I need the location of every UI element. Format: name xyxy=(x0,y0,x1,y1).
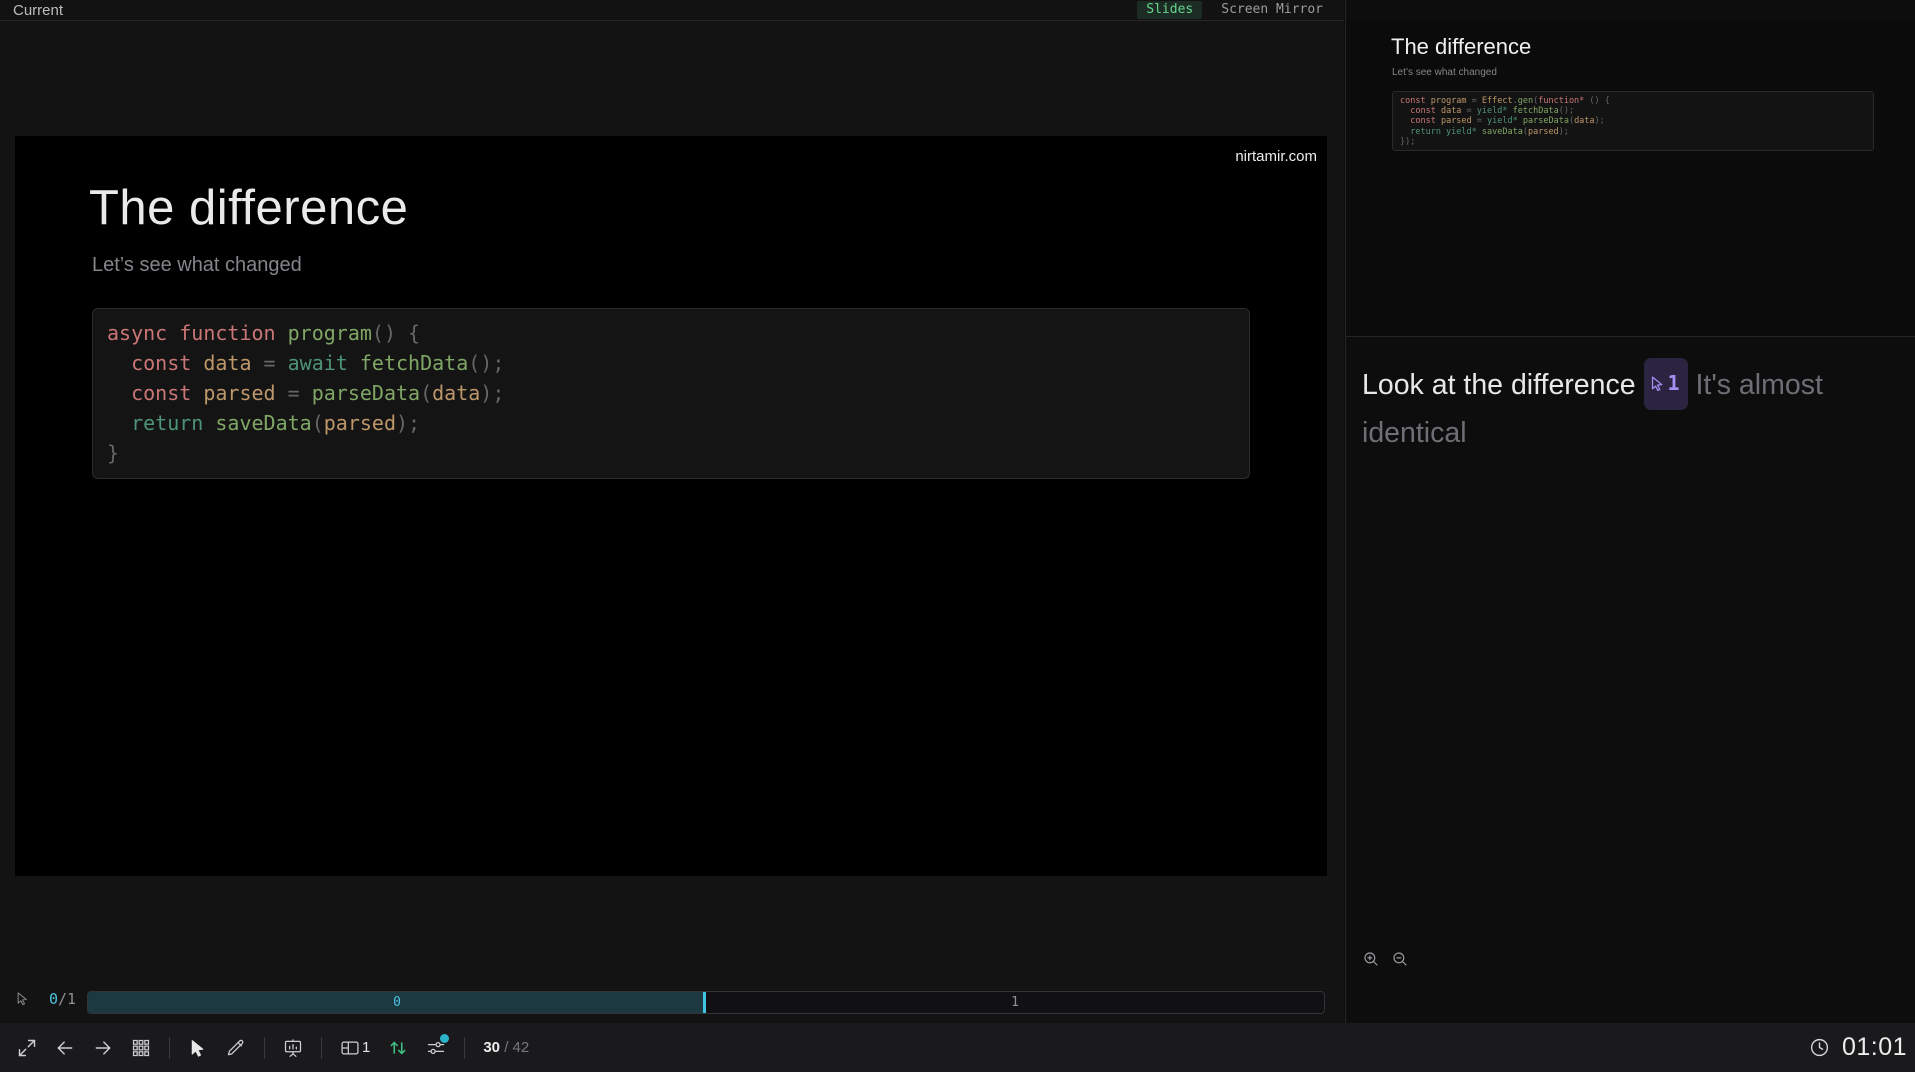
settings-notification-dot xyxy=(440,1034,449,1043)
slide-watermark: nirtamir.com xyxy=(1235,148,1317,165)
presentation-screen-icon[interactable] xyxy=(283,1038,303,1058)
click-cursor-icon xyxy=(15,991,30,1006)
click-counter: 0/1 xyxy=(49,990,76,1008)
click-counter-current: 0 xyxy=(49,990,58,1008)
camera-layout-button[interactable]: 1 xyxy=(340,1038,370,1058)
next-slide-preview: The difference Let’s see what changed co… xyxy=(1346,21,1915,337)
slide-title: The difference xyxy=(89,180,408,236)
current-view-label: Current xyxy=(13,2,63,19)
notes-zoom-controls xyxy=(1362,950,1409,968)
clock-icon xyxy=(1809,1037,1830,1058)
toolbar-divider xyxy=(264,1037,265,1059)
slide-code-block: async function program() { const data = … xyxy=(92,308,1250,479)
current-slide-panel: The difference Let’s see what changed ni… xyxy=(0,21,1344,1023)
toolbar-divider xyxy=(321,1037,322,1059)
next-slide-title: The difference xyxy=(1391,34,1531,60)
camera-count-label: 1 xyxy=(362,1039,370,1056)
slide-counter-total: 42 xyxy=(513,1039,530,1056)
click-counter-total: /1 xyxy=(58,990,76,1008)
sync-arrows-icon[interactable] xyxy=(388,1038,408,1058)
next-slide-icon[interactable] xyxy=(93,1038,113,1058)
presenter-toolbar: 1 30 / 42 01:01 xyxy=(0,1023,1915,1072)
slide-counter-current: 30 xyxy=(483,1039,500,1056)
zoom-out-icon[interactable] xyxy=(1391,950,1409,968)
current-slide-preview: The difference Let’s see what changed ni… xyxy=(15,136,1327,876)
cursor-tool-icon[interactable] xyxy=(188,1038,208,1058)
next-and-notes-panel: The difference Let’s see what changed co… xyxy=(1345,0,1915,1023)
slide-subtitle: Let’s see what changed xyxy=(92,254,302,277)
layout-icon xyxy=(340,1038,360,1058)
settings-button[interactable] xyxy=(426,1038,446,1058)
click-marker-cursor-icon xyxy=(1649,375,1666,392)
tab-slides[interactable]: Slides xyxy=(1137,1,1202,19)
timer-value: 01:01 xyxy=(1842,1033,1907,1062)
slide-counter: 30 / 42 xyxy=(483,1039,529,1056)
toolbar-divider xyxy=(464,1037,465,1059)
click-marker-badge: 1 xyxy=(1644,358,1688,410)
speaker-notes-area[interactable]: Look at the difference 1 It's almost ide… xyxy=(1346,338,1915,978)
presentation-timer[interactable]: 01:01 xyxy=(1809,1023,1907,1072)
notes-spoken-text: Look at the difference xyxy=(1362,369,1636,401)
view-mode-tabs: Slides Screen Mirror xyxy=(1137,1,1332,19)
toolbar-divider xyxy=(169,1037,170,1059)
next-slide-code-block: const program = Effect.gen(function* () … xyxy=(1392,91,1874,151)
click-progress-rest-label: 1 xyxy=(1011,995,1019,1010)
zoom-in-icon[interactable] xyxy=(1362,950,1380,968)
tab-screen-mirror[interactable]: Screen Mirror xyxy=(1212,1,1332,19)
speaker-notes-text: Look at the difference 1 It's almost ide… xyxy=(1362,358,1902,457)
presenter-header: Current Slides Screen Mirror xyxy=(0,0,1344,21)
fullscreen-icon[interactable] xyxy=(17,1038,37,1058)
prev-slide-icon[interactable] xyxy=(55,1038,75,1058)
next-slide-subtitle: Let’s see what changed xyxy=(1392,67,1497,78)
click-progress-fill-label: 0 xyxy=(393,995,401,1010)
click-marker-number: 1 xyxy=(1668,360,1680,407)
slide-counter-separator: / xyxy=(500,1039,513,1056)
draw-tool-icon[interactable] xyxy=(226,1038,246,1058)
click-progress-bar[interactable]: 0 1 xyxy=(87,991,1325,1014)
slides-overview-icon[interactable] xyxy=(131,1038,151,1058)
